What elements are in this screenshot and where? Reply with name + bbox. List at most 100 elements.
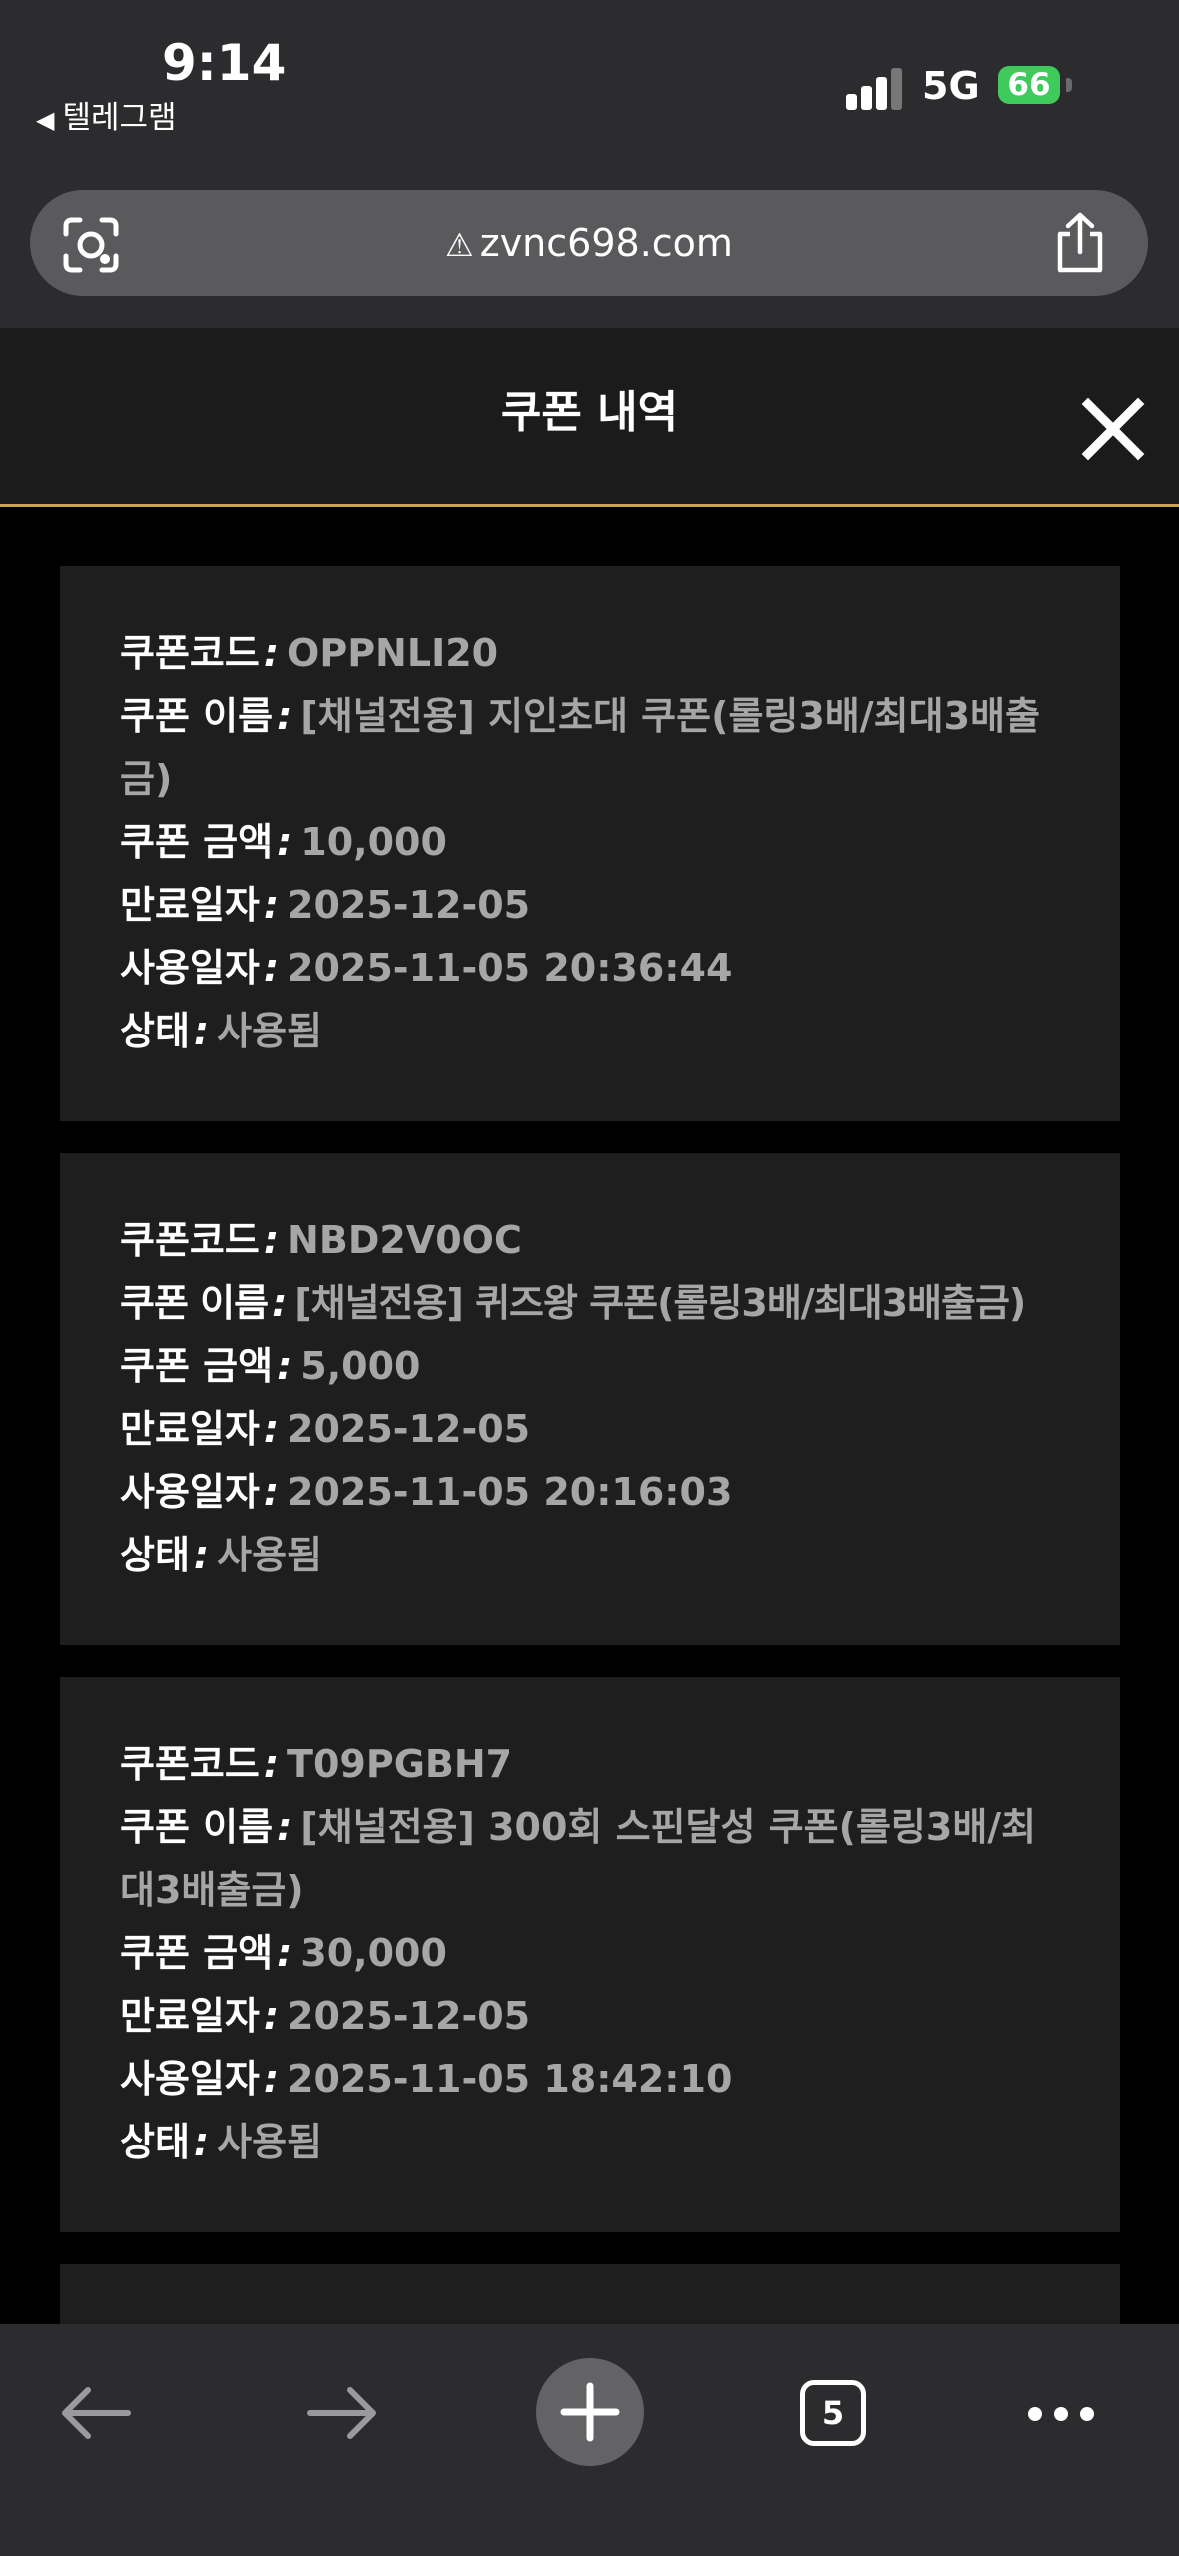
address-bar[interactable]: ⚠ zvnc698.com	[30, 190, 1148, 296]
label-separator: :	[263, 1742, 280, 1786]
coupon-amount-row: 쿠폰 금액:30,000	[120, 1922, 1060, 1985]
coupon-card: 쿠폰코드: NBD2V0OC 쿠폰 이름: [채널전용] 퀴즈왕 쿠폰(롤링3배/최…	[60, 1153, 1120, 1645]
plus-icon	[560, 2382, 620, 2442]
label-separator: :	[277, 1931, 293, 1975]
coupon-expiry-value: 2025-12-05	[287, 1994, 531, 2038]
coupon-amount-row: 쿠폰 금액:5,000	[120, 1335, 1060, 1398]
status-bar: 9:14 ◀ 텔레그램 5G 66	[0, 0, 1179, 170]
label-separator: :	[193, 1009, 210, 1053]
coupon-card-partial	[60, 2264, 1120, 2324]
coupon-used-row: 사용일자:2025-11-05 18:42:10	[120, 2048, 1060, 2111]
cellular-signal-icon	[846, 66, 904, 110]
coupon-amount-value: 5,000	[300, 1344, 421, 1388]
coupon-used-value: 2025-11-05 18:42:10	[287, 2057, 733, 2101]
label-separator: :	[263, 631, 280, 675]
coupon-amount-value: 10,000	[300, 820, 447, 864]
coupon-expiry-row: 만료일자:2025-12-05	[120, 874, 1060, 937]
label-separator: :	[263, 1407, 280, 1451]
coupon-status-label: 상태	[120, 1533, 190, 1577]
coupon-status-row: 상태: 사용됨	[120, 1000, 1060, 1063]
battery-cap	[1066, 78, 1072, 92]
label-separator: :	[277, 1344, 293, 1388]
coupon-amount-label: 쿠폰 금액	[120, 820, 274, 864]
label-separator: :	[263, 2057, 280, 2101]
coupon-amount-label: 쿠폰 금액	[120, 1931, 274, 1975]
more-icon[interactable]	[1026, 2402, 1096, 2426]
share-icon[interactable]	[1052, 212, 1108, 274]
coupon-expiry-label: 만료일자	[120, 883, 260, 927]
label-separator: :	[263, 1994, 280, 2038]
coupon-used-value: 2025-11-05 20:36:44	[287, 946, 733, 990]
battery-level: 66	[1007, 67, 1051, 103]
label-separator: :	[263, 946, 280, 990]
coupon-name-value: [채널전용] 퀴즈왕 쿠폰(롤링3배/최대3배출금)	[294, 1281, 1026, 1325]
coupon-name-row: 쿠폰 이름: [채널전용] 300회 스핀달성 쿠폰(롤링3배/최대3배출금)	[120, 1796, 1060, 1922]
coupon-status-value: 사용됨	[217, 1533, 323, 1577]
label-separator: :	[277, 820, 293, 864]
coupon-status-label: 상태	[120, 2120, 190, 2164]
coupon-used-value: 2025-11-05 20:16:03	[287, 1470, 733, 1514]
network-type: 5G	[922, 64, 980, 108]
browser-toolbar: 5	[0, 2324, 1179, 2556]
coupon-name-label: 쿠폰 이름	[120, 1281, 269, 1325]
coupon-code-row: 쿠폰코드: OPPNLI20	[120, 622, 1060, 685]
warning-icon: ⚠	[445, 226, 474, 264]
coupon-name-row: 쿠폰 이름: [채널전용] 지인초대 쿠폰(롤링3배/최대3배출금)	[120, 685, 1060, 811]
coupon-name-label: 쿠폰 이름	[120, 1805, 274, 1849]
coupon-card: 쿠폰코드: OPPNLI20 쿠폰 이름: [채널전용] 지인초대 쿠폰(롤링3배/…	[60, 566, 1120, 1121]
coupon-code-row: 쿠폰코드: T09PGBH7	[120, 1733, 1060, 1796]
coupon-status-value: 사용됨	[217, 2120, 323, 2164]
coupon-code-label: 쿠폰코드	[120, 631, 260, 675]
url-text-wrap[interactable]: ⚠ zvnc698.com	[30, 190, 1148, 298]
url-text: zvnc698.com	[479, 221, 733, 265]
coupon-used-label: 사용일자	[120, 1470, 260, 1514]
coupon-status-label: 상태	[120, 1009, 190, 1053]
coupon-name-label: 쿠폰 이름	[120, 694, 274, 738]
coupon-used-row: 사용일자:2025-11-05 20:36:44	[120, 937, 1060, 1000]
coupon-used-row: 사용일자:2025-11-05 20:16:03	[120, 1461, 1060, 1524]
coupon-code-label: 쿠폰코드	[120, 1742, 260, 1786]
coupon-amount-label: 쿠폰 금액	[120, 1344, 274, 1388]
coupon-status-row: 상태: 사용됨	[120, 1524, 1060, 1587]
new-tab-button[interactable]	[536, 2358, 644, 2466]
coupon-expiry-value: 2025-12-05	[287, 883, 531, 927]
coupon-expiry-row: 만료일자:2025-12-05	[120, 1398, 1060, 1461]
coupon-code-value: NBD2V0OC	[287, 1218, 522, 1262]
coupon-expiry-row: 만료일자:2025-12-05	[120, 1985, 1060, 2048]
coupon-status-row: 상태: 사용됨	[120, 2111, 1060, 2174]
coupon-name-row: 쿠폰 이름: [채널전용] 퀴즈왕 쿠폰(롤링3배/최대3배출금)	[120, 1272, 1060, 1335]
coupon-amount-row: 쿠폰 금액:10,000	[120, 811, 1060, 874]
coupon-used-label: 사용일자	[120, 946, 260, 990]
coupon-code-label: 쿠폰코드	[120, 1218, 260, 1262]
label-separator: :	[263, 883, 280, 927]
coupon-expiry-value: 2025-12-05	[287, 1407, 531, 1451]
browser-address-area: ⚠ zvnc698.com	[0, 170, 1179, 328]
back-triangle-icon: ◀	[36, 106, 55, 134]
label-separator: :	[193, 1533, 210, 1577]
page-title: 쿠폰 내역	[500, 387, 679, 438]
label-separator: :	[272, 1281, 287, 1325]
back-app-label: 텔레그램	[62, 100, 177, 136]
label-separator: :	[263, 1470, 280, 1514]
label-separator: :	[277, 1805, 293, 1849]
coupon-card: 쿠폰코드: T09PGBH7 쿠폰 이름: [채널전용] 300회 스핀달성 쿠폰(…	[60, 1677, 1120, 2232]
arrow-left-icon[interactable]	[58, 2380, 134, 2446]
coupon-expiry-label: 만료일자	[120, 1407, 260, 1451]
coupon-code-value: T09PGBH7	[287, 1742, 513, 1786]
close-icon[interactable]	[1080, 396, 1146, 462]
tab-switcher-button[interactable]: 5	[800, 2380, 866, 2446]
coupon-code-value: OPPNLI20	[287, 631, 499, 675]
back-to-app-link[interactable]: ◀ 텔레그램	[36, 92, 177, 137]
coupon-amount-value: 30,000	[300, 1931, 447, 1975]
coupon-expiry-label: 만료일자	[120, 1994, 260, 2038]
label-separator: :	[263, 1218, 280, 1262]
coupon-list: 쿠폰코드: OPPNLI20 쿠폰 이름: [채널전용] 지인초대 쿠폰(롤링3배/…	[60, 566, 1120, 2356]
coupon-status-value: 사용됨	[217, 1009, 323, 1053]
label-separator: :	[193, 2120, 210, 2164]
coupon-used-label: 사용일자	[120, 2057, 260, 2101]
label-separator: :	[277, 694, 293, 738]
status-time: 9:14	[162, 34, 287, 92]
battery-icon: 66	[998, 66, 1060, 104]
page-header: 쿠폰 내역	[0, 328, 1179, 507]
arrow-right-icon[interactable]	[304, 2380, 380, 2446]
